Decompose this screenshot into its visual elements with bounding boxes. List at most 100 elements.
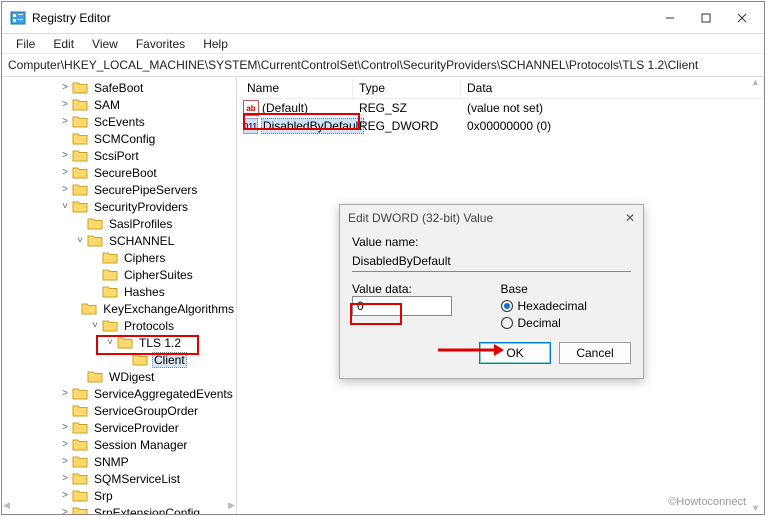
scroll-left-icon[interactable]: ◀ [3, 500, 10, 511]
tree-item-label: SCMConfig [92, 132, 157, 146]
address-text: Computer\HKEY_LOCAL_MACHINE\SYSTEM\Curre… [8, 58, 698, 72]
folder-icon [72, 166, 88, 179]
tree-item[interactable]: ˅ TLS 1.2 [2, 334, 236, 351]
tree-item-label: TLS 1.2 [137, 336, 183, 350]
minimize-button[interactable] [652, 4, 688, 32]
tree-item[interactable]: KeyExchangeAlgorithms [2, 300, 236, 317]
expand-icon[interactable]: ˃ [58, 388, 72, 399]
tree-item[interactable]: Ciphers [2, 249, 236, 266]
expand-icon[interactable]: ˃ [58, 184, 72, 195]
value-row[interactable]: ab(Default)REG_SZ(value not set) [237, 99, 764, 117]
tree-item[interactable]: ˃ SNMP [2, 453, 236, 470]
regedit-icon [10, 10, 26, 26]
value-name-field[interactable] [352, 251, 631, 272]
value-name-cell: (Default) [262, 101, 308, 115]
tree-item[interactable]: SaslProfiles [2, 215, 236, 232]
expand-icon[interactable]: ˅ [88, 320, 102, 331]
tree-item[interactable]: WDigest [2, 368, 236, 385]
folder-icon [72, 115, 88, 128]
menu-view[interactable]: View [84, 36, 126, 52]
dialog-title-text: Edit DWORD (32-bit) Value [348, 211, 493, 225]
value-row[interactable]: 011DisabledByDefaultREG_DWORD0x00000000 … [237, 117, 764, 135]
radio-icon [501, 317, 513, 329]
col-header-data[interactable]: Data [461, 78, 764, 98]
tree-item[interactable]: Hashes [2, 283, 236, 300]
list-header: Name Type Data [237, 77, 764, 99]
titlebar: Registry Editor [2, 2, 764, 34]
folder-icon [117, 336, 133, 349]
maximize-button[interactable] [688, 4, 724, 32]
tree-item[interactable]: ˃SQMServiceList [2, 470, 236, 487]
tree-item-label: ServiceGroupOrder [92, 404, 200, 418]
tree-item[interactable]: ˃ScsiPort [2, 147, 236, 164]
tree-item[interactable]: ˃SecureBoot [2, 164, 236, 181]
col-header-type[interactable]: Type [353, 78, 461, 98]
close-button[interactable] [724, 4, 760, 32]
expand-icon[interactable]: ˃ [58, 456, 72, 467]
value-type-cell: REG_DWORD [353, 119, 461, 133]
scroll-right-icon[interactable]: ▶ [228, 500, 235, 511]
value-data-input[interactable] [352, 296, 452, 316]
menu-edit[interactable]: Edit [45, 36, 82, 52]
tree-panel[interactable]: ▲▼ ◀▶ ˃SafeBoot˃SAM˃ScEventsSCMConfig˃Sc… [2, 77, 237, 514]
tree-item-label: SecurityProviders [92, 200, 190, 214]
edit-dword-dialog: Edit DWORD (32-bit) Value ✕ Value name: … [339, 204, 644, 379]
tree-item[interactable]: ˃SecurePipeServers [2, 181, 236, 198]
folder-icon [72, 404, 88, 417]
tree-item[interactable]: ˃Session Manager [2, 436, 236, 453]
tree-item[interactable]: ˃ SAM [2, 96, 236, 113]
dialog-close-button[interactable]: ✕ [625, 211, 635, 225]
folder-icon [102, 319, 118, 332]
radio-decimal[interactable]: Decimal [501, 316, 632, 330]
expand-icon[interactable]: ˃ [58, 116, 72, 127]
value-name-cell: DisabledByDefault [261, 118, 364, 134]
base-group-label: Base [501, 282, 632, 296]
ok-button[interactable]: OK [479, 342, 551, 364]
tree-item-label: SNMP [92, 455, 131, 469]
tree-item-label: SaslProfiles [107, 217, 174, 231]
folder-icon [132, 353, 148, 366]
folder-icon [72, 98, 88, 111]
expand-icon[interactable]: ˃ [58, 99, 72, 110]
tree-item[interactable]: ˃SafeBoot [2, 79, 236, 96]
tree-item[interactable]: ServiceGroupOrder [2, 402, 236, 419]
expand-icon[interactable]: ˃ [58, 422, 72, 433]
cancel-button[interactable]: Cancel [559, 342, 631, 364]
menu-favorites[interactable]: Favorites [128, 36, 193, 52]
folder-icon [72, 438, 88, 451]
folder-icon [72, 387, 88, 400]
tree-item[interactable]: CipherSuites [2, 266, 236, 283]
expand-icon[interactable]: ˅ [73, 235, 87, 246]
expand-icon[interactable]: ˃ [58, 473, 72, 484]
watermark: ©Howtoconnect [668, 496, 746, 508]
expand-icon[interactable]: ˅ [103, 337, 117, 348]
tree-item-label: KeyExchangeAlgorithms [101, 302, 236, 316]
col-header-name[interactable]: Name [241, 78, 353, 98]
menu-help[interactable]: Help [195, 36, 236, 52]
folder-icon [102, 268, 118, 281]
menubar: File Edit View Favorites Help [2, 34, 764, 54]
expand-icon[interactable]: ˃ [58, 167, 72, 178]
radio-dec-label: Decimal [518, 316, 561, 330]
folder-icon [72, 472, 88, 485]
menu-file[interactable]: File [8, 36, 43, 52]
tree-item[interactable]: ˅Protocols [2, 317, 236, 334]
expand-icon[interactable]: ˃ [58, 439, 72, 450]
address-bar[interactable]: Computer\HKEY_LOCAL_MACHINE\SYSTEM\Curre… [2, 54, 764, 76]
folder-icon [87, 370, 103, 383]
expand-icon[interactable]: ˅ [58, 201, 72, 212]
expand-icon[interactable]: ˃ [58, 150, 72, 161]
tree-item-label: SAM [92, 98, 122, 112]
expand-icon[interactable]: ˃ [58, 82, 72, 93]
tree-item[interactable]: ˃ServiceAggregatedEvents [2, 385, 236, 402]
tree-item[interactable]: SCMConfig [2, 130, 236, 147]
folder-icon [72, 455, 88, 468]
tree-item[interactable]: ˅SCHANNEL [2, 232, 236, 249]
tree-item[interactable]: ˅ SecurityProviders [2, 198, 236, 215]
value-data-cell: (value not set) [461, 101, 764, 115]
tree-scrollbar-horizontal[interactable]: ◀▶ [3, 498, 235, 513]
tree-item[interactable]: ˃ScEvents [2, 113, 236, 130]
tree-item[interactable]: ˃ServiceProvider [2, 419, 236, 436]
radio-hexadecimal[interactable]: Hexadecimal [501, 299, 632, 313]
tree-item[interactable]: Client [2, 351, 236, 368]
